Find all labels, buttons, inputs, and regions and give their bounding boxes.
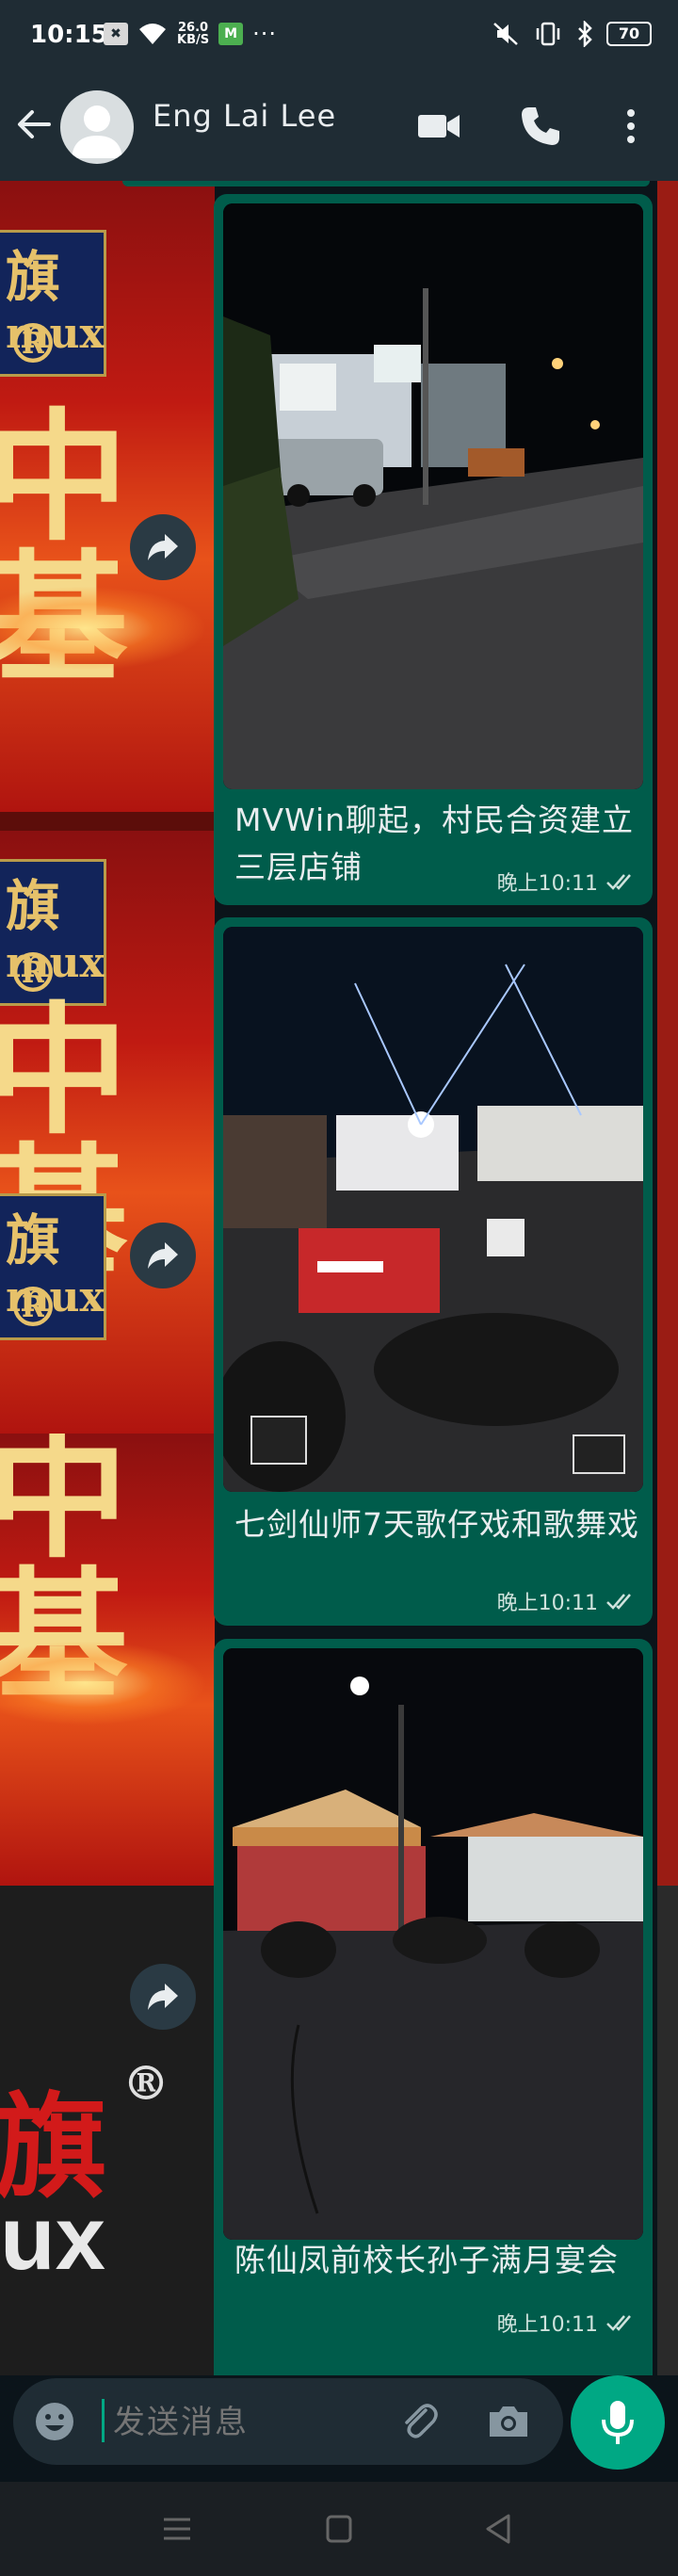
microphone-icon: [602, 2401, 634, 2444]
notification-icon: ✖: [104, 23, 128, 45]
message-time: 晚上10:11: [496, 872, 598, 896]
message-photo[interactable]: [223, 1648, 643, 2240]
image-message[interactable]: 陈仙凤前校长孙子满月宴会 晚上10:11: [214, 1639, 653, 2375]
message-photo[interactable]: [223, 927, 643, 1492]
advert-blue-panel: 旗® mux: [0, 859, 106, 1006]
background-advert-2: 旗® mux 中基 旗® mux: [0, 831, 215, 1434]
status-bar: 10:15 ✖ 26.0 KB/S M ··· 70: [0, 0, 678, 75]
night-motorbikes-photo: [223, 927, 643, 1492]
message-photo[interactable]: [223, 203, 643, 789]
status-left-icons: ✖ 26.0 KB/S M ···: [104, 21, 277, 47]
recent-apps-icon[interactable]: [158, 2512, 196, 2546]
forward-icon: [148, 1242, 178, 1269]
message-meta: 晚上10:11: [497, 867, 638, 897]
image-message[interactable]: 七剑仙师7天歌仔戏和歌舞戏 晚上10:11: [214, 917, 653, 1626]
text-cursor: [102, 2399, 105, 2442]
voice-call-icon[interactable]: [518, 104, 563, 149]
video-call-icon[interactable]: [416, 104, 461, 149]
chat-area[interactable]: 旗® mux 中基 旗® mux 中基 旗® mux 中基 旗 ® ux: [0, 181, 678, 2375]
system-nav-bar: [0, 2482, 678, 2576]
attach-icon[interactable]: [396, 2397, 443, 2444]
default-avatar-icon: [72, 105, 122, 158]
back-nav-icon[interactable]: [480, 2512, 518, 2546]
vibrate-icon: [536, 22, 560, 46]
night-street-photo: [223, 203, 643, 789]
message-meta: 晚上10:11: [497, 1586, 638, 1616]
advert-blue-panel: 旗® mux: [0, 230, 106, 377]
read-ticks-icon: [606, 874, 631, 890]
background-advert-1: 旗® mux 中基: [0, 181, 215, 812]
back-arrow-icon[interactable]: [13, 104, 55, 145]
forward-button[interactable]: [130, 1964, 196, 2030]
read-ticks-icon: [606, 1594, 631, 1610]
message-time: 晚上10:11: [496, 2313, 598, 2337]
forward-button[interactable]: [130, 1223, 196, 1288]
message-time: 晚上10:11: [496, 1592, 598, 1615]
forward-button[interactable]: [130, 514, 196, 580]
status-right-icons: 70: [492, 21, 652, 47]
mute-icon: [493, 23, 518, 45]
contact-name[interactable]: Eng Lai Lee: [153, 98, 336, 134]
chat-header: Eng Lai Lee: [0, 75, 678, 181]
avatar[interactable]: [60, 90, 134, 164]
message-caption: 七剑仙师7天歌仔戏和歌舞戏: [234, 1506, 639, 1543]
forward-icon: [148, 534, 178, 560]
battery-icon: 70: [606, 22, 652, 46]
message-composer: [13, 2378, 563, 2465]
status-time: 10:15: [30, 21, 108, 49]
background-advert-3: 中基: [0, 1434, 215, 1886]
more-notifications-icon: ···: [252, 21, 277, 47]
emoji-icon[interactable]: [32, 2399, 77, 2444]
message-meta: 晚上10:11: [497, 2308, 638, 2338]
read-ticks-icon: [606, 2315, 631, 2331]
background-advert-4: 旗 ® ux: [0, 1886, 215, 2375]
network-speed: 26.0 KB/S: [177, 21, 210, 47]
message-input[interactable]: [111, 2397, 397, 2448]
image-message[interactable]: MVWin聊起，村民合资建立三层店铺 晚上10:11: [214, 194, 653, 905]
wifi-icon: [139, 24, 166, 44]
app-notification-icon: M: [218, 23, 244, 45]
home-icon[interactable]: [320, 2512, 358, 2546]
message-caption: 陈仙凤前校长孙子满月宴会: [234, 2242, 619, 2278]
advert-blue-panel: 旗® mux: [0, 1193, 106, 1340]
more-options-icon[interactable]: [608, 104, 654, 149]
bluetooth-icon: [578, 21, 592, 47]
forward-icon: [148, 1984, 178, 2010]
voice-message-button[interactable]: [571, 2375, 665, 2470]
camera-icon[interactable]: [486, 2399, 531, 2444]
night-banquet-photo: [223, 1648, 643, 2240]
